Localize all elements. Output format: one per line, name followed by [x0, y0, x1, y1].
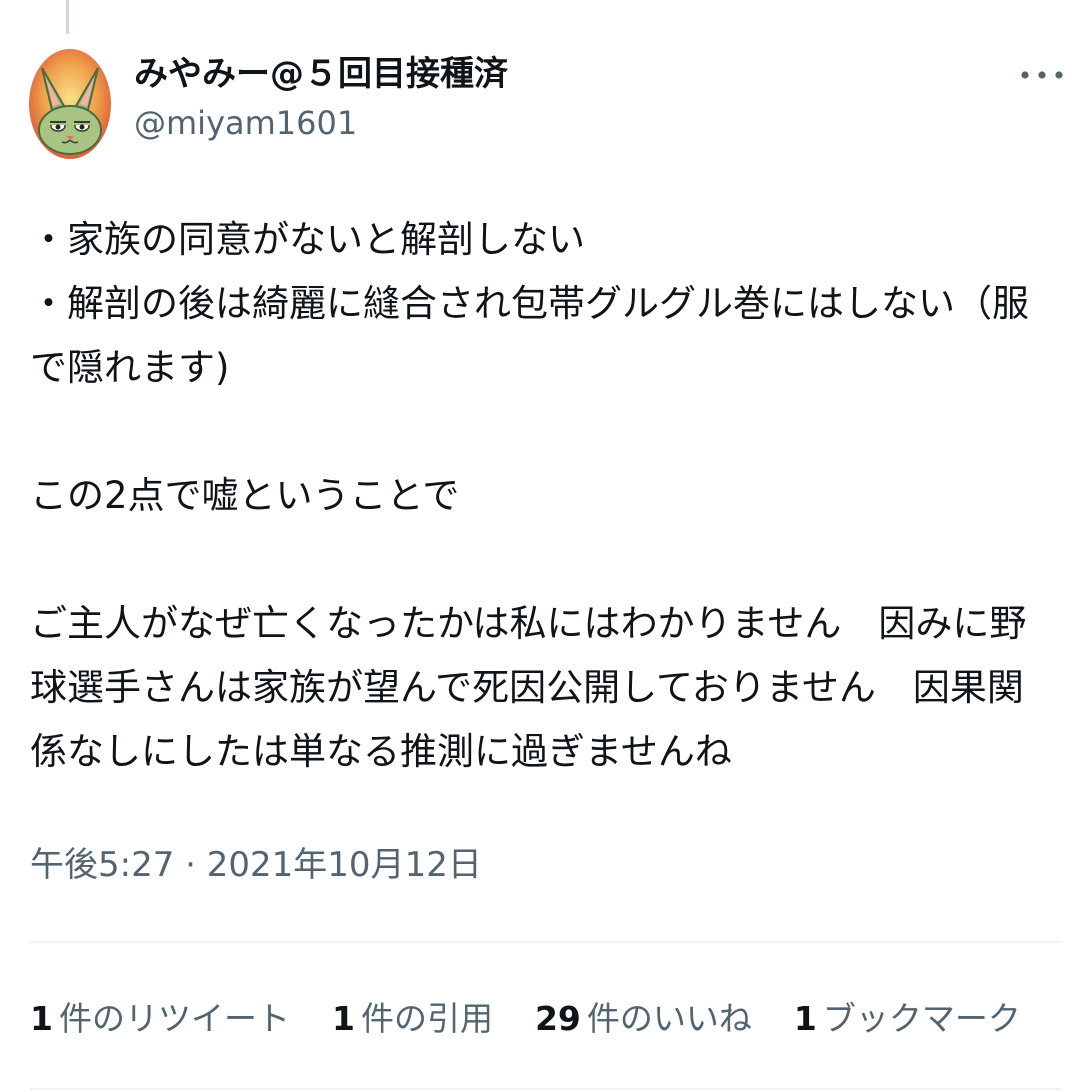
retweets-label: 件のリツイート: [58, 999, 290, 1038]
author-display-name[interactable]: みやみー@５回目接種済: [134, 50, 508, 98]
tweet-author: みやみー@５回目接種済 @miyam1601: [134, 50, 508, 148]
tweet-line: ご主人がなぜ亡くなったかは私にはわかりません 因みに野球選手さんは家族が望んで死…: [30, 602, 1027, 773]
likes-stat[interactable]: 29 件のいいね: [535, 992, 752, 1040]
retweets-stat[interactable]: 1 件のリツイート: [30, 992, 290, 1040]
divider: [30, 1088, 1062, 1090]
tweet-line: この2点で嘘ということで: [30, 474, 460, 517]
author-avatar[interactable]: [28, 48, 112, 160]
divider: [30, 941, 1062, 943]
tweet-line: ・解剖の後は綺麗に縫合され包帯グルグル巻にはしない（服で隠れます): [30, 282, 1029, 389]
quotes-count: 1: [331, 999, 355, 1038]
likes-count: 29: [534, 999, 581, 1038]
cat-avatar-icon: [29, 49, 111, 159]
likes-label: 件のいいね: [586, 999, 752, 1038]
tweet-body: ・家族の同意がないと解剖しない ・解剖の後は綺麗に縫合され包帯グルグル巻にはしな…: [30, 208, 1045, 784]
more-dots-icon: [1021, 71, 1063, 79]
author-handle[interactable]: @miyam1601: [134, 98, 508, 148]
bookmarks-count: 1: [793, 999, 817, 1038]
tweet-timestamp[interactable]: 午後5:27 · 2021年10月12日: [30, 840, 482, 890]
more-options-button[interactable]: [1010, 58, 1074, 92]
bookmarks-label: ブックマーク: [822, 999, 1021, 1038]
bookmarks-stat[interactable]: 1 ブックマーク: [794, 992, 1021, 1040]
engagement-stats: 1 件のリツイート 1 件の引用 29 件のいいね 1 ブックマーク: [30, 992, 1063, 1040]
retweets-count: 1: [30, 999, 53, 1038]
thread-connector-line: [66, 0, 69, 34]
quotes-label: 件の引用: [360, 999, 493, 1038]
tweet-line: ・家族の同意がないと解剖しない: [30, 218, 585, 261]
quotes-stat[interactable]: 1 件の引用: [332, 992, 493, 1040]
